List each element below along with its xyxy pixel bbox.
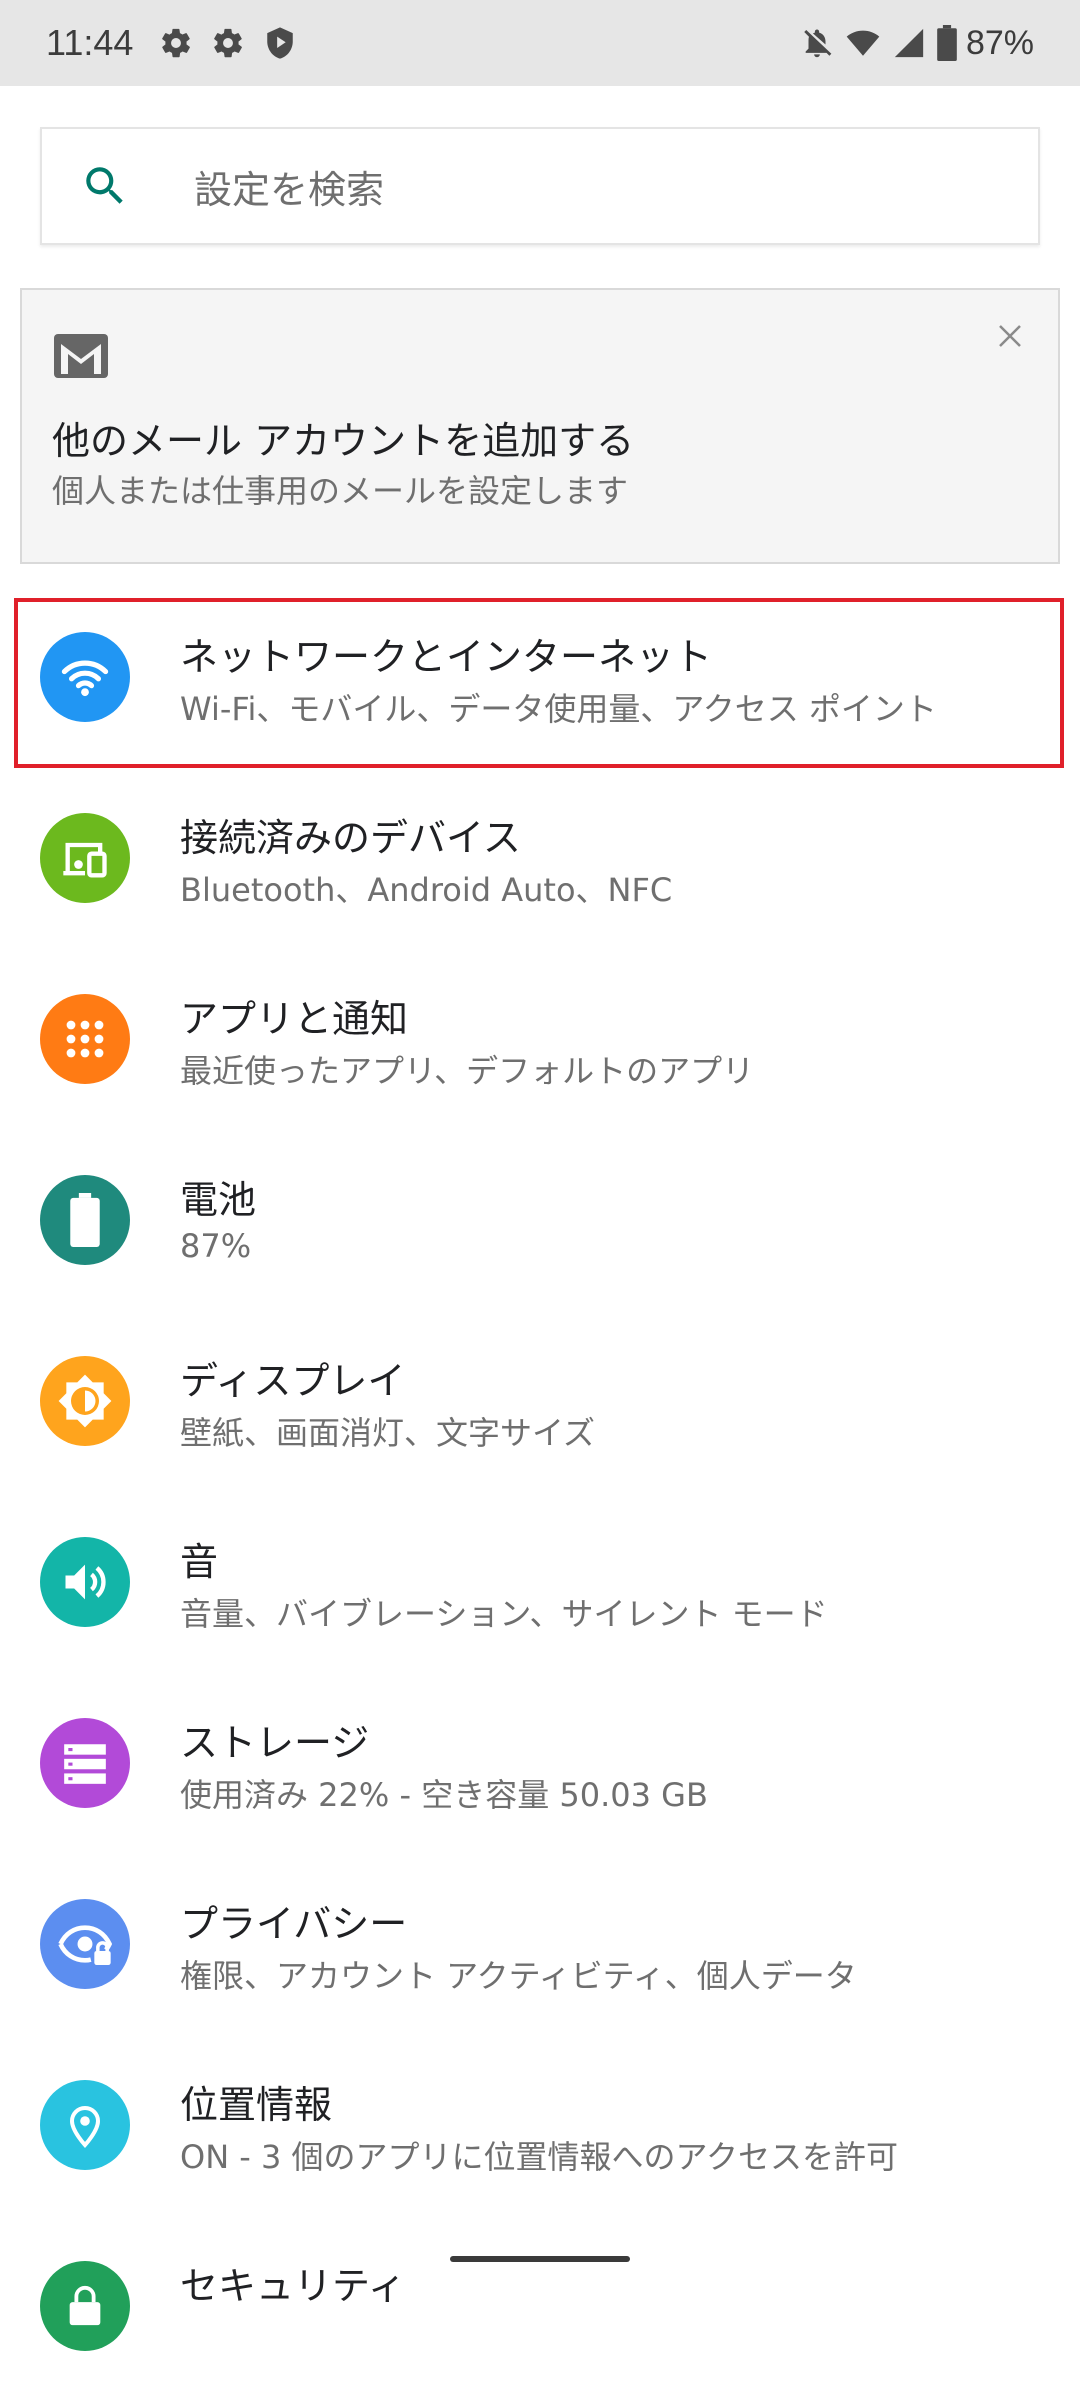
settings-item-title: 電池 [180,1178,257,1222]
search-bar[interactable]: 設定を検索 [40,127,1040,245]
settings-item-summary: Wi-Fi、モバイル、データ使用量、アクセス ポイント [180,690,937,728]
settings-item-network[interactable]: ネットワークとインターネット Wi-Fi、モバイル、データ使用量、アクセス ポイ… [0,598,1080,779]
gmail-icon [54,334,108,378]
suggestion-summary: 個人または仕事用のメールを設定します [52,472,629,510]
status-bar: 11:44 87% [0,0,1080,86]
settings-item-summary: 87% [180,1227,252,1265]
close-icon [999,325,1021,347]
settings-item-summary: 権限、アカウント アクティビティ、個人データ [180,1957,857,1995]
brightness-icon [58,1374,112,1428]
settings-item-title: ネットワークとインターネット [180,635,713,679]
location-pin-icon [69,2106,101,2148]
apps-icon-circle [40,994,130,1084]
privacy-eye-icon [58,1925,113,1965]
settings-item-title: プライバシー [180,1902,408,1946]
sound-icon-circle [40,1537,130,1627]
status-battery-percent: 87% [965,23,1034,62]
storage-icon-circle [40,1718,130,1808]
wifi-icon [846,30,880,56]
gear-icon [162,28,191,58]
lock-icon [69,2285,101,2326]
settings-item-privacy[interactable]: プライバシー 権限、アカウント アクティビティ、個人データ [0,1865,1080,2046]
battery-icon-circle [40,1175,130,1265]
settings-item-location[interactable]: 位置情報 ON - 3 個のアプリに位置情報へのアクセスを許可 [0,2046,1080,2227]
display-icon-circle [40,1356,130,1446]
search-placeholder: 設定を検索 [194,167,385,212]
settings-item-title: 接続済みのデバイス [180,816,521,860]
network-icon-circle [40,632,130,722]
settings-item-title: セキュリティ [180,2264,406,2308]
settings-list: ネットワークとインターネット Wi-Fi、モバイル、データ使用量、アクセス ポイ… [0,598,1080,2408]
settings-item-sound[interactable]: 音 音量、バイブレーション、サイレント モード [0,1503,1080,1684]
settings-item-display[interactable]: ディスプレイ 壁紙、画面消灯、文字サイズ [0,1322,1080,1503]
settings-item-title: ディスプレイ [180,1359,406,1403]
volume-icon [65,1564,106,1600]
settings-item-summary: ON - 3 個のアプリに位置情報へのアクセスを許可 [180,2138,898,2176]
status-left-icons [159,26,315,60]
search-icon [86,167,123,204]
wifi-icon [61,660,109,697]
cell-signal-icon [894,28,924,58]
shield-play-icon [267,27,294,59]
gear-icon [214,28,243,58]
devices-icon [63,842,107,878]
settings-item-title: 音 [180,1540,219,1584]
settings-item-storage[interactable]: ストレージ 使用済み 22% - 空き容量 50.03 GB [0,1684,1080,1865]
settings-item-summary: 使用済み 22% - 空き容量 50.03 GB [180,1776,708,1814]
settings-item-battery[interactable]: 電池 87% [0,1141,1080,1322]
settings-item-summary: 最近使ったアプリ、デフォルトのアプリ [180,1052,755,1090]
battery-icon [937,25,957,61]
suggestion-card[interactable]: 他のメール アカウントを追加する 個人または仕事用のメールを設定します [20,288,1060,564]
notifications-off-icon [804,29,832,58]
settings-item-connected-devices[interactable]: 接続済みのデバイス Bluetooth、Android Auto、NFC [0,779,1080,960]
status-time: 11:44 [46,22,134,63]
dismiss-suggestion-button[interactable] [982,308,1038,364]
settings-item-title: 位置情報 [180,2083,333,2127]
battery-icon [70,1193,100,1247]
settings-item-title: アプリと通知 [180,997,409,1041]
suggestion-title: 他のメール アカウントを追加する [52,419,635,463]
gesture-nav-handle[interactable] [450,2256,630,2262]
settings-item-title: ストレージ [180,1721,370,1765]
settings-item-security[interactable]: セキュリティ [0,2227,1080,2408]
settings-item-summary: Bluetooth、Android Auto、NFC [180,871,673,909]
apps-grid-icon [66,1020,104,1058]
settings-item-summary: 壁紙、画面消灯、文字サイズ [180,1414,596,1452]
settings-item-summary: 音量、バイブレーション、サイレント モード [180,1595,828,1633]
storage-icon [64,1744,106,1784]
security-icon-circle [40,2261,130,2351]
status-right-icons: 87% [790,24,1034,63]
settings-item-apps[interactable]: アプリと通知 最近使ったアプリ、デフォルトのアプリ [0,960,1080,1141]
devices-icon-circle [40,813,130,903]
privacy-icon-circle [40,1899,130,1989]
location-icon-circle [40,2080,130,2170]
